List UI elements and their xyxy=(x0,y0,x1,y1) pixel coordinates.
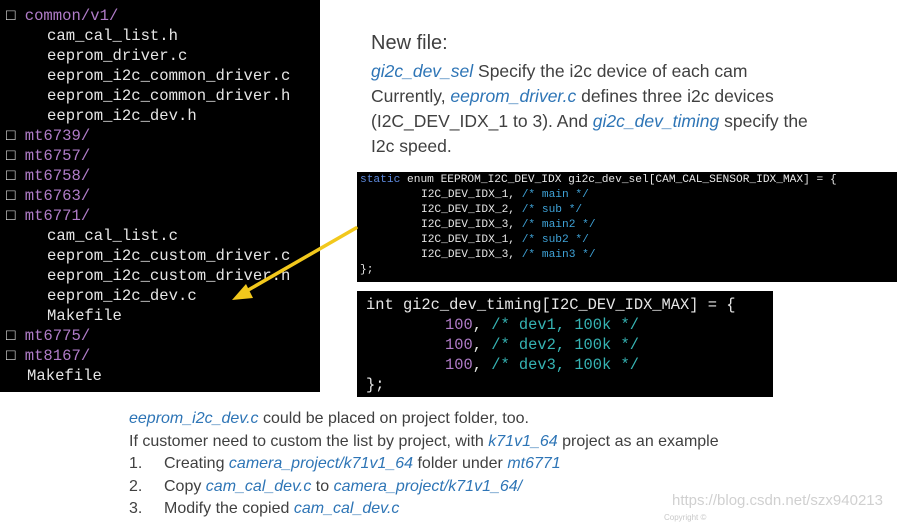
code-block-dev-timing: int gi2c_dev_timing[I2C_DEV_IDX_MAX] = {… xyxy=(357,291,773,397)
highlight: gi2c_dev_sel xyxy=(371,61,474,81)
tree-file: eeprom_driver.c xyxy=(47,47,188,65)
code-line: I2C_DEV_IDX_2, /* sub */ xyxy=(421,204,583,216)
highlight: eeprom_i2c_dev.c xyxy=(129,410,259,427)
code-block-dev-sel: static enum EEPROM_I2C_DEV_IDX gi2c_dev_… xyxy=(357,172,897,282)
code-comment: /* sub2 */ xyxy=(521,234,589,246)
code-line: }; xyxy=(366,376,385,394)
box-glyph: □ xyxy=(6,7,16,25)
code-comment: /* dev1, 100k */ xyxy=(491,316,639,334)
step-number: 2. xyxy=(129,477,143,495)
tree-dir-mt8167: □ mt8167/ xyxy=(6,347,91,365)
instruction-line: If customer need to custom the list by p… xyxy=(129,432,719,450)
tree-file: eeprom_i2c_dev.c xyxy=(47,287,197,305)
code-line: I2C_DEV_IDX_3, /* main2 */ xyxy=(421,219,596,231)
highlight: cam_cal_dev.c xyxy=(293,500,400,517)
code-line: 100, /* dev1, 100k */ xyxy=(445,316,639,334)
highlight: k71v1_64 xyxy=(488,432,558,450)
step-item-1: 1. Creating camera_project/k71v1_64 folde… xyxy=(129,453,829,476)
highlight: camera_project/k71v1_64 xyxy=(228,455,414,472)
code-comment: /* main */ xyxy=(521,189,589,201)
keyword: static xyxy=(360,174,401,186)
step-number: 1. xyxy=(129,455,143,472)
code-comment: /* sub */ xyxy=(521,204,583,216)
tree-dir-mt6757: □ mt6757/ xyxy=(6,147,91,165)
tree-file: eeprom_i2c_custom_driver.c xyxy=(47,247,291,265)
code-line: I2C_DEV_IDX_1, /* sub2 */ xyxy=(421,234,589,246)
box-glyph: □ xyxy=(6,327,16,345)
tree-file: eeprom_i2c_custom_driver.h xyxy=(47,267,291,285)
code-comment: /* main2 */ xyxy=(521,219,596,231)
code-line: I2C_DEV_IDX_3, /* main3 */ xyxy=(421,249,596,261)
code-number: 100 xyxy=(445,336,473,354)
box-glyph: □ xyxy=(6,127,16,145)
tree-dir-mt6771: □ mt6771/ xyxy=(6,207,91,225)
file-tree-panel: □ common/v1/ cam_cal_list.h eeprom_drive… xyxy=(0,0,320,392)
highlight: cam_cal_dev.c xyxy=(205,477,312,495)
step-number: 3. xyxy=(129,500,143,517)
tree-dir-mt6775: □ mt6775/ xyxy=(6,327,91,345)
code-line: int gi2c_dev_timing[I2C_DEV_IDX_MAX] = { xyxy=(366,296,736,314)
box-glyph: □ xyxy=(6,147,16,165)
tree-dir-common-v1: □ common/v1/ xyxy=(6,7,119,25)
tree-file: eeprom_i2c_common_driver.h xyxy=(47,87,291,105)
new-file-heading: New file: xyxy=(371,32,448,54)
instruction-line: eeprom_i2c_dev.c could be placed on proj… xyxy=(129,410,529,427)
desc-line: gi2c_dev_sel Specify the i2c device of e… xyxy=(371,61,748,81)
code-comment: /* main3 */ xyxy=(521,249,596,261)
highlight: gi2c_dev_timing xyxy=(592,111,720,131)
description-block: New file: gi2c_dev_sel Specify the i2c d… xyxy=(371,30,891,159)
copyright-note: Copyright © xyxy=(664,513,707,522)
code-comment: /* dev3, 100k */ xyxy=(491,356,639,374)
tree-file: cam_cal_list.h xyxy=(47,27,179,45)
tree-file: Makefile xyxy=(47,307,122,325)
code-line: }; xyxy=(360,264,374,276)
tree-dir-mt6739: □ mt6739/ xyxy=(6,127,91,145)
box-glyph: □ xyxy=(6,167,16,185)
watermark: https://blog.csdn.net/szx940213 xyxy=(672,492,883,509)
code-line: static enum EEPROM_I2C_DEV_IDX gi2c_dev_… xyxy=(360,174,837,186)
box-glyph: □ xyxy=(6,187,16,205)
tree-dir-mt6758: □ mt6758/ xyxy=(6,167,91,185)
tree-dir-mt6763: □ mt6763/ xyxy=(6,187,91,205)
box-glyph: □ xyxy=(6,347,16,365)
code-number: 100 xyxy=(445,356,473,374)
code-line: 100, /* dev3, 100k */ xyxy=(445,356,639,374)
tree-file: eeprom_i2c_dev.h xyxy=(47,107,197,125)
highlight: camera_project/k71v1_64/ xyxy=(333,477,523,495)
highlight: eeprom_driver.c xyxy=(450,86,577,106)
tree-file: cam_cal_list.c xyxy=(47,227,179,245)
code-comment: /* dev2, 100k */ xyxy=(491,336,639,354)
desc-line: I2c speed. xyxy=(371,136,452,156)
code-line: I2C_DEV_IDX_1, /* main */ xyxy=(421,189,589,201)
tree-file: eeprom_i2c_common_driver.c xyxy=(47,67,291,85)
desc-line: (I2C_DEV_IDX_1 to 3). And gi2c_dev_timin… xyxy=(371,111,808,131)
code-number: 100 xyxy=(445,316,473,334)
box-glyph: □ xyxy=(6,207,16,225)
code-line: 100, /* dev2, 100k */ xyxy=(445,336,639,354)
desc-line: Currently, eeprom_driver.c defines three… xyxy=(371,86,774,106)
tree-file-makefile-root: Makefile xyxy=(27,367,102,385)
highlight: mt6771 xyxy=(507,455,561,472)
